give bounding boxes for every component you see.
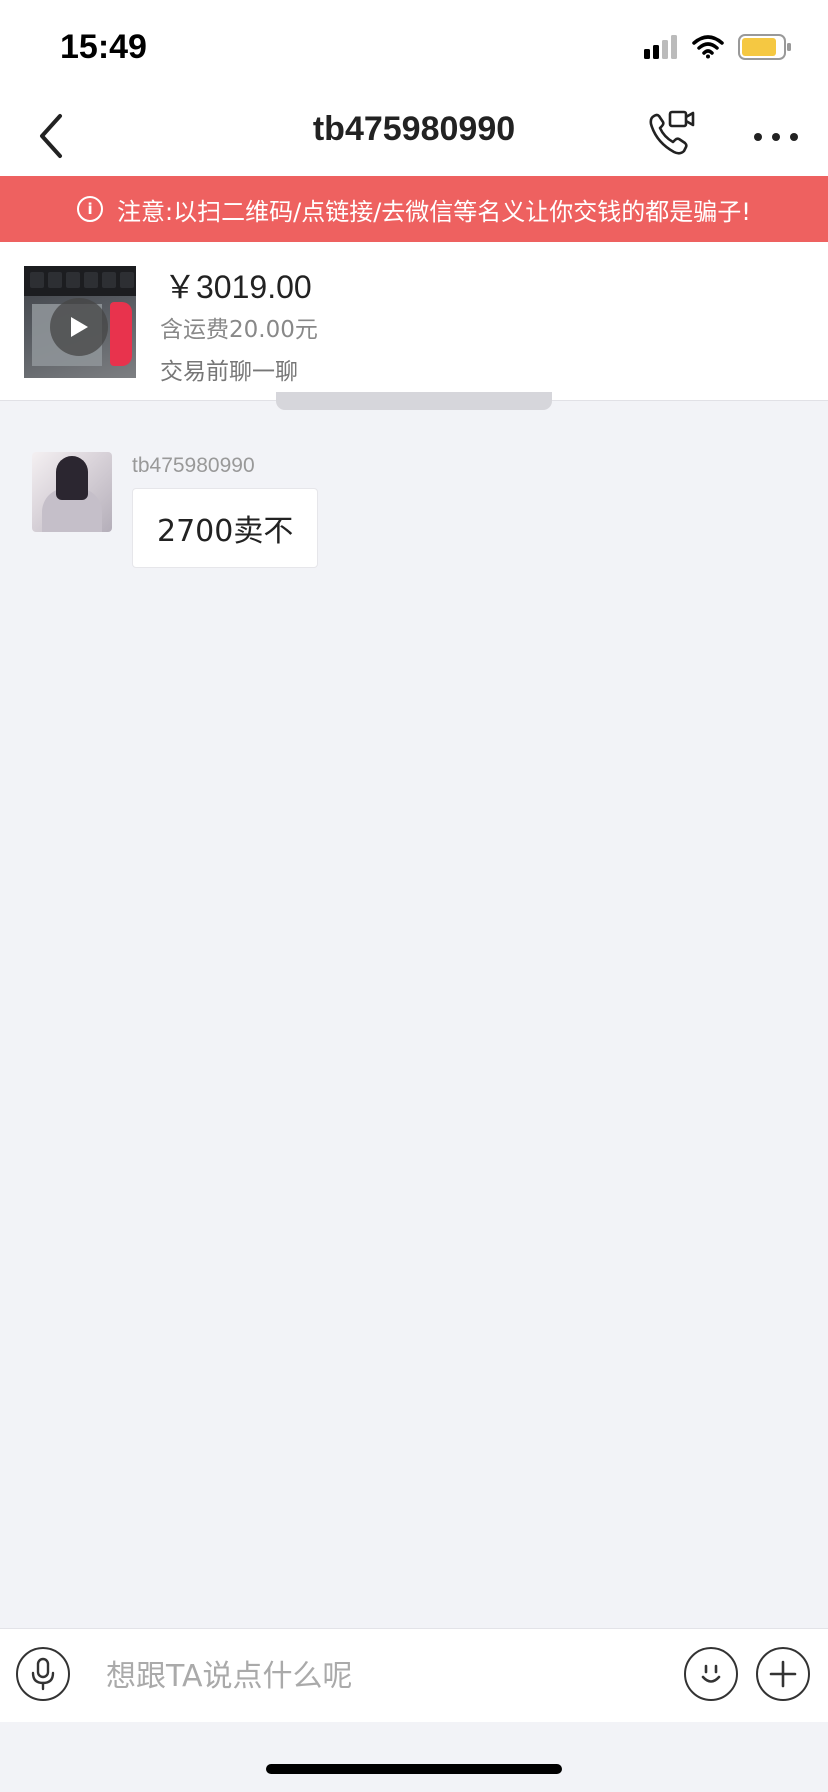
scam-warning-banner: i 注意:以扫二维码/点链接/去微信等名义让你交钱的都是骗子!: [0, 176, 828, 242]
play-button[interactable]: [50, 298, 108, 356]
plus-icon: [769, 1660, 797, 1688]
message-bubble[interactable]: 2700卖不: [132, 488, 319, 568]
thumbnail-joycon: [110, 302, 132, 366]
message-timestamp-pill: [276, 392, 552, 410]
cellular-signal-icon: [644, 35, 678, 63]
product-shipping: 含运费20.00元: [160, 317, 318, 343]
more-actions-button[interactable]: [756, 1647, 810, 1701]
product-card[interactable]: ￥3019.00 含运费20.00元 交易前聊一聊: [0, 242, 828, 401]
status-bar: 15:49: [0, 0, 828, 96]
emoji-button[interactable]: [684, 1647, 738, 1701]
home-indicator-area: [0, 1722, 828, 1792]
product-video-thumbnail[interactable]: [24, 266, 136, 378]
emoji-icon: [701, 1664, 721, 1683]
avatar[interactable]: [32, 452, 112, 532]
play-icon: [71, 317, 88, 337]
voice-input-button[interactable]: [16, 1647, 70, 1701]
video-call-icon: [649, 110, 695, 155]
product-price: ￥3019.00: [164, 269, 312, 305]
info-icon: i: [77, 196, 104, 222]
message-input-bar: [0, 1628, 828, 1723]
video-call-button[interactable]: [648, 108, 696, 160]
battery-icon: [738, 34, 792, 64]
more-icon: [754, 133, 798, 141]
thumbnail-keyboard: [24, 266, 136, 296]
status-time: 15:49: [60, 28, 147, 66]
warning-text: 注意:以扫二维码/点链接/去微信等名义让你交钱的都是骗子!: [117, 197, 751, 226]
nav-bar: tb475980990: [0, 96, 828, 176]
home-indicator[interactable]: [266, 1764, 562, 1774]
pre-trade-chat-label: 交易前聊一聊: [160, 359, 298, 385]
microphone-icon: [31, 1657, 55, 1691]
status-icons: [644, 34, 792, 64]
more-button[interactable]: [752, 122, 800, 152]
page-title: tb475980990: [312, 110, 516, 148]
message-input[interactable]: [104, 1649, 668, 1703]
wifi-icon: [692, 35, 724, 63]
message-sender-name: tb475980990: [132, 454, 255, 477]
